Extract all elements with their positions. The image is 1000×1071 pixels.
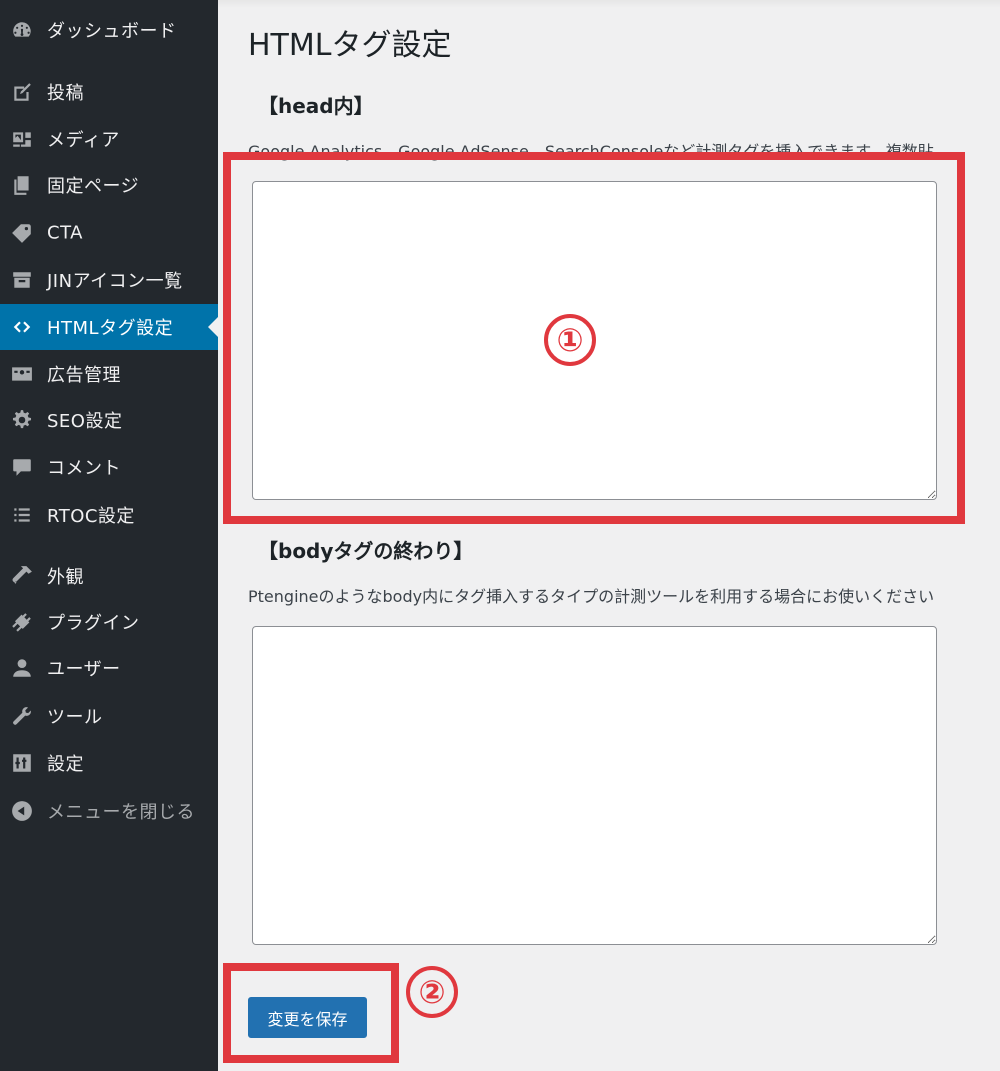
sidebar-collapse-menu[interactable]: メニューを閉じる — [0, 788, 218, 834]
dashboard-icon — [10, 18, 34, 42]
body-end-tag-textarea[interactable] — [252, 626, 937, 945]
sidebar-item-label: 投稿 — [47, 83, 84, 104]
archive-icon — [10, 268, 34, 292]
main-content: HTMLタグ設定 【head内】 Google Analytics、Google… — [218, 0, 1000, 1071]
body-section-heading: 【bodyタグの終わり】 — [258, 539, 474, 563]
admin-sidebar: ダッシュボード 投稿 メディア 固定ページ CTA JINアイコン一覧 HTML… — [0, 0, 218, 1071]
settings-icon — [10, 751, 34, 775]
sidebar-item-label: 外観 — [47, 567, 84, 588]
head-section-heading: 【head内】 — [258, 94, 374, 118]
post-icon — [10, 80, 34, 104]
sidebar-item-settings[interactable]: 設定 — [0, 740, 218, 786]
sidebar-item-label: メディア — [47, 130, 120, 151]
annotation-marker-1: ① — [544, 314, 596, 366]
sidebar-item-label: RTOC設定 — [47, 506, 135, 527]
sidebar-item-label: 固定ページ — [47, 176, 140, 197]
sidebar-item-seo[interactable]: SEO設定 — [0, 397, 218, 443]
top-edge-shadow — [218, 0, 1000, 8]
sidebar-item-label: プラグイン — [47, 613, 140, 634]
sidebar-item-plugins[interactable]: プラグイン — [0, 599, 218, 645]
sidebar-item-cta[interactable]: CTA — [0, 210, 218, 256]
comment-icon — [10, 455, 34, 479]
tag-icon — [10, 221, 34, 245]
sidebar-item-label: ユーザー — [47, 659, 121, 680]
appearance-icon — [10, 564, 34, 588]
page-title: HTMLタグ設定 — [248, 28, 452, 63]
sidebar-item-comments[interactable]: コメント — [0, 444, 218, 490]
sidebar-item-label: HTMLタグ設定 — [47, 318, 174, 339]
sidebar-item-media[interactable]: メディア — [0, 116, 218, 162]
sidebar-item-ads[interactable]: 広告管理 — [0, 351, 218, 397]
sidebar-item-label: 広告管理 — [47, 365, 121, 386]
annotation-marker-2: ② — [406, 966, 458, 1018]
body-section-description: Ptengineのようなbody内にタグ挿入するタイプの計測ツールを利用する場合… — [248, 587, 935, 606]
sidebar-item-label: SEO設定 — [47, 411, 123, 432]
ad-icon — [10, 362, 34, 386]
sidebar-item-rtoc[interactable]: RTOC設定 — [0, 492, 218, 538]
sidebar-item-label: ツール — [47, 707, 103, 728]
code-icon — [10, 315, 34, 339]
user-icon — [10, 656, 34, 680]
sidebar-item-label: CTA — [47, 222, 83, 244]
sidebar-item-label: 設定 — [47, 754, 84, 775]
media-icon — [10, 127, 34, 151]
page-icon — [10, 173, 34, 197]
save-changes-button[interactable]: 変更を保存 — [248, 997, 367, 1038]
sidebar-item-jin-icons[interactable]: JINアイコン一覧 — [0, 257, 218, 303]
wrench-icon — [10, 704, 34, 728]
sidebar-item-label: コメント — [47, 458, 121, 479]
head-section-description: Google Analytics、Google AdSense、SearchCo… — [248, 142, 934, 161]
sidebar-item-pages[interactable]: 固定ページ — [0, 162, 218, 208]
sidebar-item-label: ダッシュボード — [47, 21, 177, 42]
sidebar-item-label: JINアイコン一覧 — [47, 271, 183, 292]
list-icon — [10, 503, 34, 527]
sidebar-item-tools[interactable]: ツール — [0, 693, 218, 739]
plugin-icon — [10, 610, 34, 634]
sidebar-item-posts[interactable]: 投稿 — [0, 69, 218, 115]
collapse-icon — [10, 799, 34, 823]
sidebar-item-users[interactable]: ユーザー — [0, 645, 218, 691]
sidebar-item-label: メニューを閉じる — [47, 802, 195, 823]
sidebar-item-dashboard[interactable]: ダッシュボード — [0, 7, 218, 53]
gear-icon — [10, 408, 34, 432]
sidebar-item-appearance[interactable]: 外観 — [0, 553, 218, 599]
sidebar-item-html-tags[interactable]: HTMLタグ設定 — [0, 304, 218, 350]
